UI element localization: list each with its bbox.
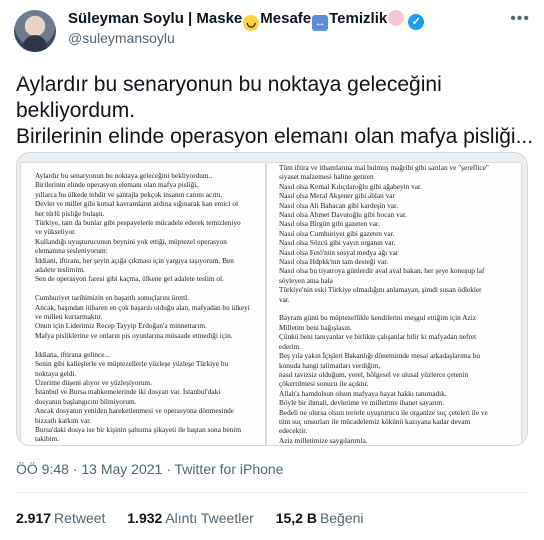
document-line: ederim. [279,341,302,351]
document-line: Türkiye'nin eski Türkiye olmadığını anla… [279,285,482,295]
display-name-text-3: Temizlik [329,10,388,27]
document-line: yıllarca bu ülkede tehdit ve şantajla pe… [35,189,223,199]
tweet-line: Aylardır bu senaryonun bu noktaya gelece… [16,73,442,96]
tweet-date[interactable]: 13 May 2021 [81,461,162,477]
document-line: Nasıl olsa Ali Babacan gibi kardeşin var… [279,200,398,210]
document-line: Nasıl olsa Fetö'nün sosyal medya ağı var [279,247,399,257]
more-options-icon[interactable]: ••• [510,10,530,28]
document-line: Allah'a hamdolsun olsun mafyaya hayat ha… [279,388,447,398]
tweet-header: Süleyman Soylu | Maske ◡ Mesafe ↔ Temizlik ✓ … [0,0,544,60]
document-line: var. [279,294,290,304]
tweet-time[interactable]: ÖÖ 9:48 [16,461,69,477]
document-line: adalete teslimim. [35,265,85,275]
document-line: Nasıl olsa Kemal Kılıçdaroğlu gibi ağabe… [279,181,422,191]
document-line: İddiana, iftirana gelince... [35,349,110,359]
document-line: Bayram günü bu müptezellikle kendilerini… [279,313,476,323]
document-right-page: Tüm iftira ve ithamlarına mal bulmuş mağ… [267,163,521,445]
document-line: Mafya pisliklerine ve onların pis oyunla… [35,330,233,340]
quotes-label: Alıntı Tweetler [165,510,254,526]
document-line: tüm suç unsurları ile mücadelemiz kökünü… [279,416,471,426]
divider [16,492,528,493]
document-line: Bedeli ne olursa olsun terörle uyuşturuc… [279,407,488,417]
document-line: Çünkü beni tanıyanlar ve birlikte çalışa… [279,332,477,342]
document-line: Bursa'daki dosya ise bir kişinin şahsıma… [35,424,241,434]
soap-emoji-icon [388,10,405,26]
document-line: Üzerime düşeni alıyor ve yüzleşiyorum. [35,377,152,387]
document-line: Türkiye, tam da bunlar gibi pespayelerle… [35,218,241,228]
tweet-line: bekliyordum. [16,99,136,122]
avatar[interactable] [14,10,56,52]
document-line: Nasıl olsa Hdpkk'nın tam desteği var. [279,257,389,267]
retweets-stat[interactable]: 2.917 Retweet [16,510,105,526]
likes-stat[interactable]: 15,2 B Beğeni [276,510,364,526]
document-line: Onun için Liderimiz Recep Tayyip Erdoğan… [35,321,207,331]
document-line: Devlet ve millet gibi kutsal kavramların… [35,199,239,209]
document-line: Senin gibi kalleşlerle ve müptezellerle … [35,359,229,369]
document-line: Kullandığı uyuşturucunun beynini yok ett… [35,236,227,246]
document-line: Aylardır bu senaryonun bu noktaya gelece… [35,171,213,180]
document-line: Ancak, başından itibaren en çok başarılı… [35,302,250,312]
medical-mask-emoji-icon: ◡ [243,15,260,31]
left-right-arrow-emoji-icon: ↔ [312,15,329,31]
document-line: ve yükseliyor. [35,227,76,237]
document-line: Nasıl olsa Meral Akşener gibi ablan var [279,191,395,201]
document-line: Nasıl olsa Sözcü gibi yayın organın var. [279,238,396,248]
document-line: İddiani, iftiranı, her şeyin açığa çıkma… [35,255,234,265]
document-line: her türlü pisliğe bulaştı. [35,208,105,218]
document-line: Cumhuriyet tarihimizin en başarılı sonuç… [35,293,190,303]
document-line: Böyle bir ihmali, devletime ve milletime… [279,398,445,408]
likes-label: Beğeni [319,510,364,526]
quotes-stat[interactable]: 1.932 Alıntı Tweetler [127,510,254,526]
document-line: dosyanın başlangıcını bilmiyorum. [35,396,137,406]
document-line: bizzatlı katkım var. [35,415,92,425]
document-line: Birilerinin elinde operasyon elemanı ola… [35,180,199,190]
document-line: Beş yıla yakın İçişleri Bakanlığı dönemi… [279,351,481,361]
document-line: İstanbul ve Bursa mahkemelerinde iki dos… [35,387,221,397]
meta-separator: · [166,461,171,477]
retweets-label: Retweet [54,510,106,526]
document-line: Tüm iftira ve ithamlarına mal bulmuş mağ… [279,163,489,172]
tweet-stats: 2.917 Retweet 1.932 Alıntı Tweetler 15,2 B… [16,510,382,526]
tweet-meta: ÖÖ 9:48 · 13 May 2021 · Twitter for iPho… [16,461,283,477]
likes-count: 15,2 B [275,510,317,526]
document-line: Milletim beni bağışlasın. [279,322,352,332]
document-line: Nasıl olsa Cumhuriyet gibi gazeten var. [279,228,395,238]
document-line: çökertilmesi sonucu ile açıktır. [279,379,369,389]
tweet-source[interactable]: Twitter for iPhone [175,461,284,477]
attached-image[interactable]: Aylardır bu senaryonun bu noktaya gelece… [16,152,528,446]
document-line: elemanına sesleniyorum: [35,246,108,256]
document-line: edecektir. [279,426,308,436]
document-line: nasıl tavizsiz olduğum, yerel, bölgesel … [279,369,469,379]
document-line: siyaset malzemesi haline getiren [279,172,374,182]
user-handle[interactable]: @suleymansoylu [68,30,175,46]
display-name-text-2: Mesafe [260,10,312,27]
document-line: Ancak dosyanın yeniden hareketlenmesi ve… [35,406,234,416]
tweet-line: Birilerinin elinde operasyon elemanı ola… [16,125,534,148]
display-name[interactable]: Süleyman Soylu | Maske ◡ Mesafe ↔ Temizlik ✓ [68,10,425,31]
document-left-page: Aylardır bu senaryonun bu noktaya gelece… [21,163,265,445]
display-name-text: Süleyman Soylu | Maske [68,10,243,27]
quotes-count: 1.932 [127,510,163,526]
meta-separator: · [72,461,78,477]
document-line: ve milleti kurtarmaktır. [35,312,103,322]
document-line: Nasıl olsa bu tiyatroya günlerdir aval a… [279,266,485,276]
document-line: Nasıl olsa Birgün gibi gazeten var. [279,219,380,229]
tweet-text: Aylardır bu senaryonun bu noktaya gelece… [16,72,536,150]
retweets-count: 2.917 [16,510,52,526]
document-line: takibim. [35,434,60,444]
document-line: söyleyen ama hala [279,275,333,285]
document-line: Sen de operasyon faresi gibi kaçma, ülke… [35,274,224,284]
verified-badge-icon: ✓ [408,14,425,30]
document-line: Aziz milletimize saygılarımla. [279,435,368,445]
document-line: Nasıl olsa Ahmet Davutoğlu gibi hocan va… [279,210,407,220]
document-line: noktaya geldi. [35,368,77,378]
document-line: konuda hangi talimatları verdiğim, [279,360,381,370]
